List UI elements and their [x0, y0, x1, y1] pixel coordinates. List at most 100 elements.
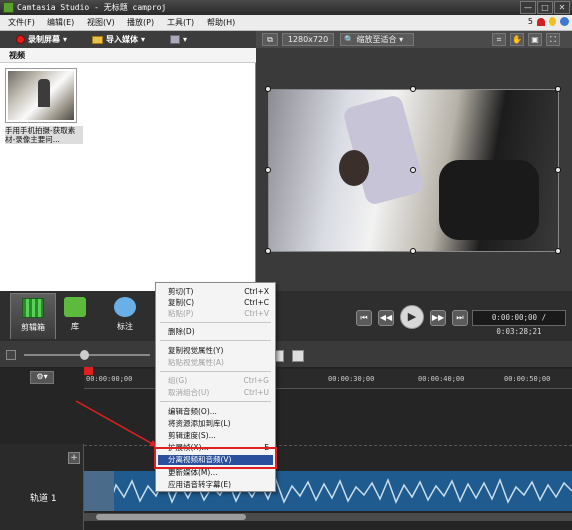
playhead[interactable]: [84, 367, 93, 375]
menu-edit[interactable]: 编辑(E): [47, 17, 74, 28]
ruler-tick: 00:00:00;00: [86, 375, 133, 383]
chevron-down-icon: ▾: [63, 35, 68, 44]
menu-item-paste-visual[interactable]: 粘贴视觉属性(A): [168, 358, 269, 368]
resize-handle[interactable]: [555, 86, 561, 92]
timeline-settings-button[interactable]: ⚙▾: [30, 371, 54, 384]
menu-item-copy[interactable]: 复制(C) Ctrl+C: [168, 298, 269, 308]
tab-clip-bin[interactable]: 剪辑箱: [10, 293, 56, 339]
tab-label: 剪辑箱: [21, 323, 45, 332]
ruler-tick: 00:00:30;00: [328, 375, 375, 383]
film-icon: [170, 35, 180, 44]
chevron-down-icon: ▾: [399, 35, 404, 44]
folder-icon: [92, 35, 103, 44]
menu-item-copy-visual[interactable]: 复制视觉属性(Y): [168, 346, 269, 356]
timeline: ⚙▾ 00:00:00;00 00:00:30;00 00:00:40;00 0…: [0, 341, 572, 530]
menu-item-paste[interactable]: 粘贴(P) Ctrl+V: [168, 309, 269, 319]
callout-icon: [114, 297, 136, 317]
resize-handle[interactable]: [265, 86, 271, 92]
produce-share-button[interactable]: ▾: [170, 33, 187, 46]
clip-bin: 视频 手用手机拍摄-获取素材-录像主要问...: [0, 48, 256, 291]
zoom-label: 缩放至适合: [356, 35, 397, 44]
crop-icon[interactable]: ⌗: [492, 33, 506, 46]
app-icon: [3, 2, 14, 13]
notification-count: 5: [527, 17, 533, 26]
main-toolbar: 录制屏幕 ▾ 导入媒体 ▾ ▾: [0, 31, 256, 48]
zoom-dropdown[interactable]: 🔍 缩放至适合 ▾: [340, 33, 414, 46]
track-header: +: [0, 444, 84, 530]
import-media-button[interactable]: 导入媒体 ▾: [92, 33, 145, 46]
help-icon[interactable]: [560, 17, 569, 26]
fast-forward-icon[interactable]: ▶▶: [430, 310, 446, 326]
window-title: Camtasia Studio - 无标题 camproj: [17, 3, 167, 12]
menu-tools[interactable]: 工具(T): [167, 17, 194, 28]
tab-library[interactable]: 库: [52, 293, 98, 339]
menu-file[interactable]: 文件(F): [8, 17, 35, 28]
menu-item-speech-to-text[interactable]: 应用语音转字幕(E): [168, 480, 269, 490]
menu-separator: [160, 401, 271, 402]
annotation-highlight-box: [154, 447, 277, 469]
video-clip-thumb[interactable]: [84, 471, 114, 511]
clip-bin-header: 视频: [0, 48, 256, 63]
record-label: 录制屏幕: [28, 35, 60, 44]
menu-view[interactable]: 视图(V): [87, 17, 115, 28]
center-handle[interactable]: [410, 167, 416, 173]
resize-handle[interactable]: [265, 167, 271, 173]
library-icon: [64, 297, 86, 317]
menu-item-update-media[interactable]: 更新媒体(M)...: [168, 468, 269, 478]
menu-item-edit-audio[interactable]: 编辑音频(O)...: [168, 407, 269, 417]
tab-callouts[interactable]: 标注: [102, 293, 148, 339]
import-label: 导入媒体: [106, 35, 138, 44]
resize-handle[interactable]: [555, 167, 561, 173]
resize-handle[interactable]: [265, 248, 271, 254]
gear-icon: ⚙▾: [36, 372, 48, 381]
menu-separator: [160, 340, 271, 341]
title-bar: Camtasia Studio - 无标题 camproj — □ ✕: [0, 0, 572, 15]
ruler-tick: 00:00:40;00: [418, 375, 465, 383]
menu-item-group[interactable]: 组(G) Ctrl+G: [168, 376, 269, 386]
film-strip-icon: [22, 298, 44, 318]
maximize-button[interactable]: □: [537, 1, 553, 14]
prev-icon[interactable]: ⏮: [356, 310, 372, 326]
scrollbar-thumb[interactable]: [96, 514, 246, 520]
clip-thumbnail-image: [8, 71, 74, 120]
close-button[interactable]: ✕: [554, 1, 570, 14]
fullscreen-icon[interactable]: ⛶: [546, 33, 560, 46]
timeline-toolbar: [0, 341, 572, 368]
resolution-dropdown[interactable]: 1280x720: [282, 33, 334, 46]
menu-item-delete[interactable]: 删除(D): [168, 327, 269, 337]
search-icon: 🔍: [344, 35, 354, 44]
tab-label: 库: [71, 322, 79, 331]
menu-item-cut[interactable]: 剪切(T) Ctrl+X: [168, 287, 269, 297]
lightbulb-icon[interactable]: [549, 17, 556, 26]
menu-item-ungroup[interactable]: 取消组合(U) Ctrl+U: [168, 388, 269, 398]
menu-help[interactable]: 帮助(H): [207, 17, 235, 28]
menu-item-add-to-library[interactable]: 将资源添加到库(L): [168, 419, 269, 429]
alert-icon[interactable]: [537, 17, 545, 26]
menu-separator: [160, 371, 271, 372]
minimize-button[interactable]: —: [520, 1, 536, 14]
play-button[interactable]: ▶: [400, 305, 424, 329]
menu-play[interactable]: 播放(P): [127, 17, 154, 28]
next-icon[interactable]: ⏭: [452, 310, 468, 326]
record-screen-button[interactable]: 录制屏幕 ▾: [16, 33, 67, 46]
menu-bar: 文件(F) 编辑(E) 视图(V) 播放(P) 工具(T) 帮助(H) 5: [0, 15, 572, 31]
resize-handle[interactable]: [555, 248, 561, 254]
fit-icon[interactable]: ▣: [528, 33, 542, 46]
add-track-button[interactable]: +: [68, 452, 80, 464]
resize-handle[interactable]: [410, 86, 416, 92]
zoom-out-icon[interactable]: [6, 350, 16, 360]
marker-icon[interactable]: [292, 350, 304, 362]
task-tabs-row: 剪辑箱 库 标注 ⏮ ◀◀ ▶ ▶▶ ⏭ 0:00:00;00 / 0:03:2…: [0, 291, 572, 341]
menu-item-clip-speed[interactable]: 剪辑速度(S)...: [168, 431, 269, 441]
preview-panel: ⧉ 1280x720 🔍 缩放至适合 ▾ ⌗ ✋ ▣ ⛶: [256, 31, 572, 291]
detach-icon[interactable]: ⧉: [262, 33, 278, 46]
status-area: 5: [528, 17, 569, 26]
pan-icon[interactable]: ✋: [510, 33, 524, 46]
timeline-scrollbar[interactable]: [84, 513, 572, 521]
zoom-slider-thumb[interactable]: [80, 350, 89, 360]
tab-label: 标注: [117, 322, 133, 331]
clip-caption: 手用手机拍摄-获取素材-录像主要问...: [5, 126, 83, 144]
resize-handle[interactable]: [410, 248, 416, 254]
clip-thumbnail[interactable]: [5, 68, 77, 123]
rewind-icon[interactable]: ◀◀: [378, 310, 394, 326]
